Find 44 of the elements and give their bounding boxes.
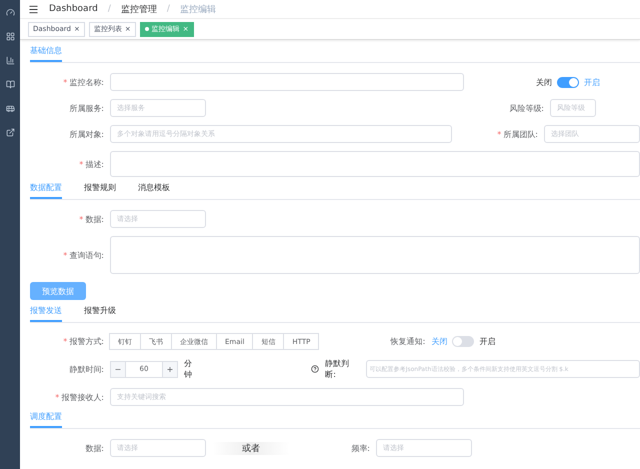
toggle-switch[interactable] bbox=[557, 76, 579, 88]
field-label: * 所属团队: bbox=[496, 128, 538, 140]
external-link-icon[interactable] bbox=[6, 128, 14, 137]
field-label: * 数据: bbox=[78, 214, 104, 224]
grid-icon[interactable] bbox=[6, 32, 14, 41]
field-label: 所属服务: bbox=[68, 102, 104, 114]
field-label: 静默时间: bbox=[68, 364, 104, 374]
field-label: * 监控名称: bbox=[62, 76, 104, 88]
field-label: * 报警方式: bbox=[62, 336, 104, 347]
field-label: 所属对象: bbox=[68, 128, 104, 140]
book-icon[interactable] bbox=[6, 80, 14, 89]
textarea-field[interactable] bbox=[110, 236, 640, 274]
breadcrumb-item: 监控编辑 bbox=[180, 4, 216, 16]
alert-tab[interactable]: 报警升级 bbox=[84, 305, 116, 322]
menu-icon[interactable] bbox=[28, 4, 39, 14]
help-icon[interactable] bbox=[311, 365, 320, 373]
unit-text: 分钟 bbox=[184, 358, 193, 380]
breadcrumb-item[interactable]: 监控管理 bbox=[120, 2, 157, 16]
field-label: 数据: bbox=[84, 442, 104, 454]
config-tab[interactable]: 报警规则 bbox=[84, 182, 116, 199]
switch-off-label: 关闭 bbox=[536, 76, 552, 88]
bus-icon[interactable] bbox=[6, 104, 14, 113]
switch-on-label: 开启 bbox=[479, 336, 496, 347]
decrement-button[interactable]: − bbox=[110, 360, 126, 378]
field-label: * 描述: bbox=[78, 158, 104, 170]
toggle-switch[interactable] bbox=[452, 336, 474, 347]
field-label: 静默判断: bbox=[325, 358, 350, 380]
breadcrumb-separator: / bbox=[166, 4, 170, 14]
breadcrumb-separator: / bbox=[108, 4, 111, 14]
breadcrumb-item[interactable]: Dashboard bbox=[49, 4, 98, 14]
field-label: * 报警接收人: bbox=[54, 392, 104, 402]
dashboard-icon[interactable] bbox=[6, 8, 14, 17]
field-label: 恢复通知: bbox=[389, 336, 426, 347]
textarea-field[interactable] bbox=[110, 151, 640, 177]
switch-on-label: 开启 bbox=[584, 76, 600, 88]
chart-icon[interactable] bbox=[6, 56, 14, 65]
switch-off-label: 关闭 bbox=[431, 336, 448, 347]
increment-button[interactable]: + bbox=[162, 360, 178, 378]
input-field[interactable] bbox=[110, 73, 464, 91]
field-label: 风险等级: bbox=[508, 102, 544, 114]
config-tab[interactable]: 消息模板 bbox=[138, 182, 170, 199]
field-label: * 查询语句: bbox=[62, 250, 104, 260]
field-label: 频率: bbox=[350, 442, 370, 454]
active-dot-icon bbox=[144, 27, 149, 31]
